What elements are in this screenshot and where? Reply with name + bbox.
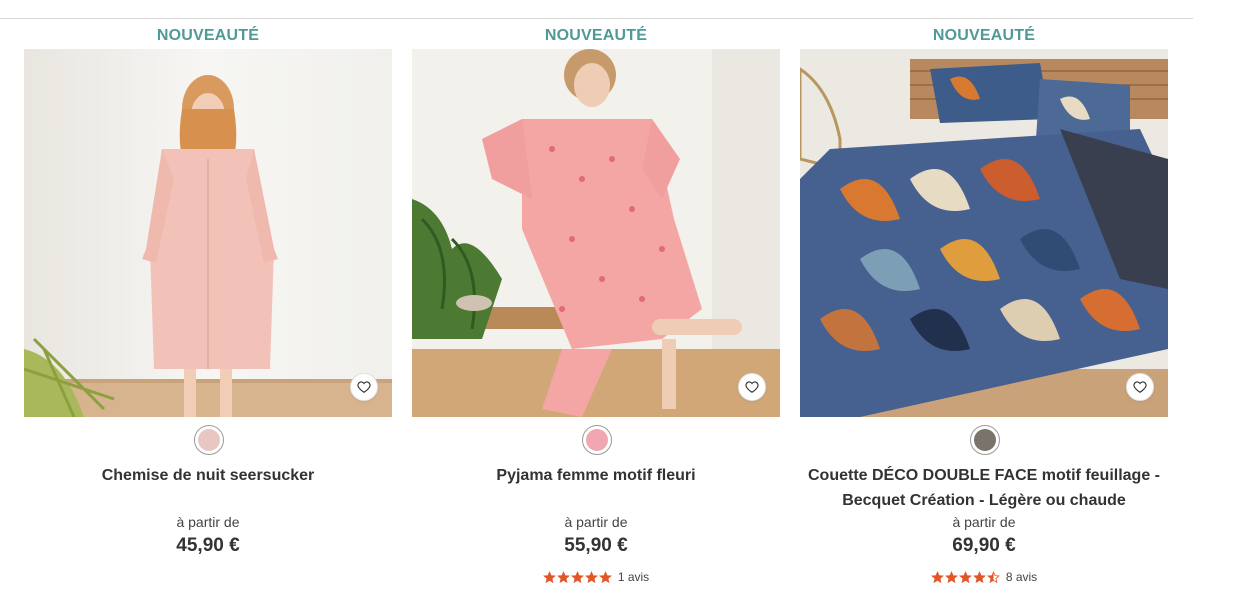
new-badge: NOUVEAUTÉ	[544, 27, 648, 44]
product-rating[interactable]: 1 avis	[412, 570, 780, 584]
product-card-nightdress[interactable]: NOUVEAUTÉ Chemise de nuit seersucker à p…	[24, 19, 392, 611]
product-price: 69,90 €	[952, 535, 1016, 556]
review-count[interactable]: 8 avis	[1006, 570, 1037, 584]
new-badge: NOUVEAUTÉ	[156, 27, 260, 44]
swatch-color-dot	[198, 429, 220, 451]
color-swatch[interactable]	[970, 425, 1000, 455]
star-icon	[972, 570, 986, 583]
product-price: 55,90 €	[564, 535, 628, 556]
price-prefix: à partir de	[952, 514, 1016, 530]
product-price: 45,90 €	[176, 535, 240, 556]
star-icon	[986, 570, 1000, 583]
product-card-duvet[interactable]: NOUVEAUTÉ Couette DÉCO DOUBLE FACE motif…	[800, 19, 1168, 611]
product-card-pyjama[interactable]: NOUVEAUTÉ Pyjama femme motif fleuri à pa…	[412, 19, 780, 611]
rating-stars	[542, 570, 612, 584]
star-icon	[584, 570, 598, 583]
color-swatch[interactable]	[194, 425, 224, 455]
review-count[interactable]: 1 avis	[618, 570, 649, 584]
star-icon	[944, 570, 958, 583]
star-icon	[958, 570, 972, 583]
swatch-color-dot	[586, 429, 608, 451]
product-image[interactable]	[412, 49, 780, 417]
star-icon	[930, 570, 944, 583]
heart-outline-icon	[357, 381, 371, 393]
nightdress-photo	[24, 49, 392, 417]
star-icon	[556, 570, 570, 583]
add-to-favorites-button[interactable]	[350, 373, 378, 401]
product-rating[interactable]: 8 avis	[800, 570, 1168, 584]
price-prefix: à partir de	[176, 514, 240, 530]
product-name[interactable]: Pyjama femme motif fleuri	[412, 463, 780, 488]
star-icon	[570, 570, 584, 583]
product-image[interactable]	[24, 49, 392, 417]
duvet-photo	[800, 49, 1168, 417]
rating-stars	[930, 570, 1000, 584]
pyjama-photo	[412, 49, 780, 417]
add-to-favorites-button[interactable]	[1126, 373, 1154, 401]
swatch-color-dot	[974, 429, 996, 451]
star-icon	[598, 570, 612, 583]
color-swatch[interactable]	[582, 425, 612, 455]
new-badge: NOUVEAUTÉ	[932, 27, 1036, 44]
product-name[interactable]: Chemise de nuit seersucker	[24, 463, 392, 488]
product-name[interactable]: Couette DÉCO DOUBLE FACE motif feuillage…	[800, 463, 1168, 513]
heart-outline-icon	[1133, 381, 1147, 393]
add-to-favorites-button[interactable]	[738, 373, 766, 401]
star-icon	[542, 570, 556, 583]
product-image[interactable]	[800, 49, 1168, 417]
heart-outline-icon	[745, 381, 759, 393]
price-prefix: à partir de	[564, 514, 628, 530]
